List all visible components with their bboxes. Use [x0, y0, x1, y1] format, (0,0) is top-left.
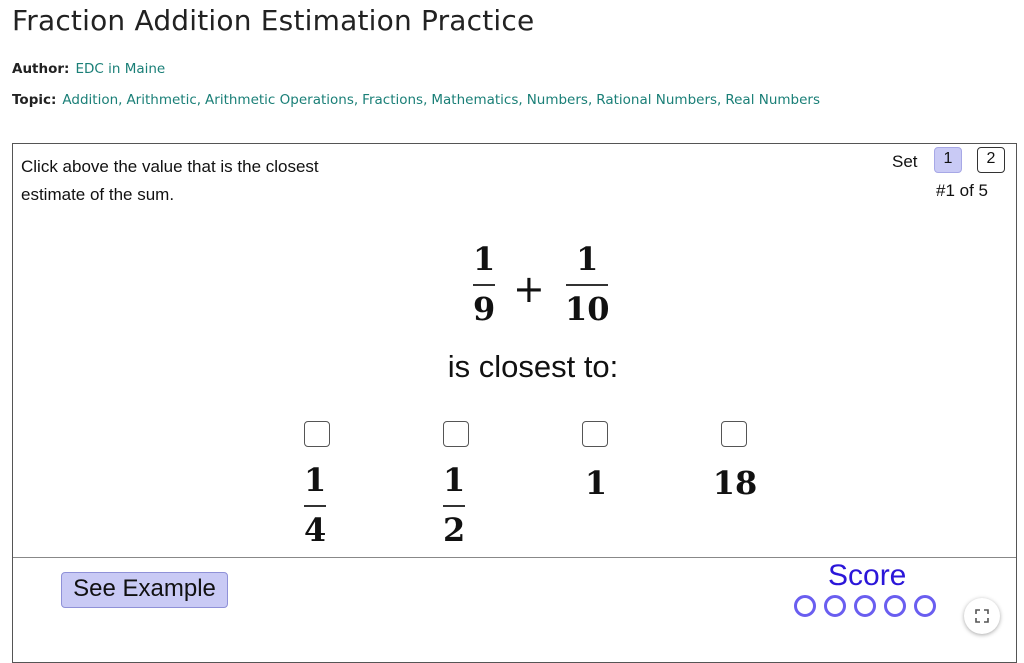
topic-separator: , — [423, 92, 428, 108]
topic-link-real-numbers[interactable]: Real Numbers — [725, 92, 820, 108]
author-row: Author: EDC in Maine — [12, 60, 165, 78]
topic-label: Topic: — [12, 92, 57, 108]
score-label: Score — [828, 559, 907, 592]
set-label: Set — [892, 152, 918, 171]
topic-link-arithmetic[interactable]: Arithmetic — [126, 92, 196, 108]
score-indicator — [794, 595, 936, 617]
choice-fraction-2: 1 2 — [443, 462, 465, 548]
fraction-bar — [304, 505, 327, 507]
topic-link-rational-numbers[interactable]: Rational Numbers — [596, 92, 717, 108]
fraction-bar — [473, 284, 496, 286]
choice-checkbox-2[interactable] — [443, 421, 469, 447]
expand-icon — [975, 609, 989, 623]
addend-fraction-2: 1 10 — [565, 241, 610, 327]
topic-separator: , — [717, 92, 722, 108]
topic-separator: , — [196, 92, 202, 108]
instruction-text: Click above the value that is the closes… — [21, 157, 319, 204]
fraction-bar — [566, 284, 609, 286]
fraction-denominator: 10 — [565, 290, 610, 328]
author-label: Author: — [12, 61, 70, 77]
fraction-numerator: 1 — [443, 461, 466, 499]
score-dot — [854, 595, 876, 617]
fraction-denominator: 4 — [304, 511, 327, 549]
geogebra-applet: Click above the value that is the closes… — [12, 143, 1017, 663]
choice-checkbox-4[interactable] — [721, 421, 747, 447]
closest-prompt: is closest to: — [447, 349, 619, 384]
topic-separator: , — [353, 92, 359, 108]
choice-value-3: 1 — [584, 464, 608, 502]
topic-link-mathematics[interactable]: Mathematics — [431, 92, 518, 108]
score-dot — [884, 595, 906, 617]
topic-link-numbers[interactable]: Numbers — [527, 92, 588, 108]
topic-separator: , — [518, 92, 523, 108]
addend-fraction-1: 1 9 — [473, 241, 495, 327]
topic-separator: , — [587, 92, 593, 108]
fraction-numerator: 1 — [576, 240, 599, 278]
topic-separator: , — [118, 92, 123, 108]
fullscreen-button[interactable] — [964, 598, 1000, 634]
page-title: Fraction Addition Estimation Practice — [12, 4, 535, 37]
author-link[interactable]: EDC in Maine — [75, 61, 165, 77]
score-dot — [824, 595, 846, 617]
choice-checkbox-3[interactable] — [582, 421, 608, 447]
plus-operator: + — [513, 267, 545, 311]
fraction-numerator: 1 — [304, 461, 327, 499]
topic-row: Topic: Addition, Arithmetic, Arithmetic Ope… — [12, 91, 820, 109]
score-dot — [794, 595, 816, 617]
choice-checkbox-1[interactable] — [304, 421, 330, 447]
fraction-denominator: 2 — [443, 511, 466, 549]
topic-link-addition[interactable]: Addition — [62, 92, 118, 108]
fraction-bar — [443, 505, 466, 507]
topic-link-arithmetic-operations[interactable]: Arithmetic Operations — [205, 92, 354, 108]
set-1-button[interactable]: 1 — [934, 147, 962, 173]
see-example-button[interactable]: See Example — [61, 572, 228, 608]
fraction-denominator: 9 — [473, 290, 496, 328]
choice-fraction-1: 1 4 — [304, 462, 326, 548]
choice-value-4: 18 — [712, 464, 758, 502]
score-dot — [914, 595, 936, 617]
fraction-numerator: 1 — [473, 240, 496, 278]
set-2-button[interactable]: 2 — [977, 147, 1005, 173]
problem-progress: #1 of 5 — [936, 181, 988, 200]
topic-link-fractions[interactable]: Fractions — [362, 92, 423, 108]
